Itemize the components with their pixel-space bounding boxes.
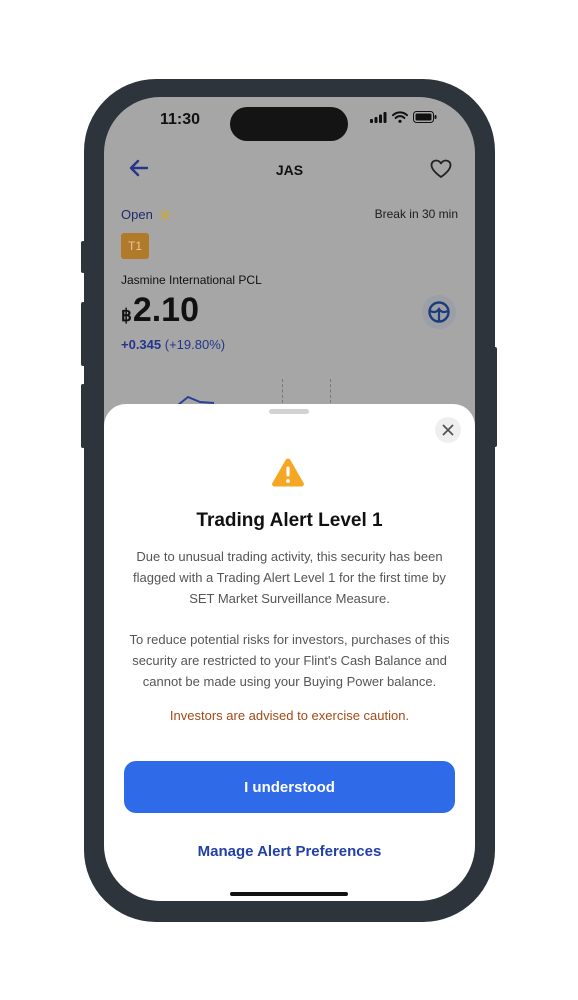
battery-icon (413, 111, 437, 123)
price-change: +0.345 (+19.80%) (121, 337, 225, 352)
chart-gridline (330, 379, 331, 403)
warning-icon (272, 458, 304, 487)
dynamic-island (230, 107, 348, 141)
price-change-abs: +0.345 (121, 337, 162, 352)
understood-button[interactable]: I understood (124, 761, 455, 813)
price-change-pct: (+19.80%) (164, 337, 226, 352)
manage-alert-preferences-link[interactable]: Manage Alert Preferences (104, 843, 475, 860)
status-time: 11:30 (160, 111, 201, 128)
company-name: Jasmine International PCL (121, 273, 262, 287)
caution-text: Investors are advised to exercise cautio… (169, 708, 410, 723)
sun-icon (158, 207, 172, 222)
break-info: Break in 30 min (374, 207, 458, 221)
home-indicator (230, 892, 348, 896)
page-title: JAS (275, 162, 304, 178)
trading-tag-badge: T1 (121, 233, 149, 259)
price-value: 2.10 (132, 291, 200, 329)
price-display: ฿ 2.10 (121, 291, 199, 330)
market-status: Open (121, 207, 172, 222)
alert-title: Trading Alert Level 1 (196, 510, 383, 531)
close-icon (442, 424, 454, 436)
heart-icon (430, 159, 452, 178)
market-status-label: Open (121, 207, 153, 222)
phone-screen: 11:30 JAS Open Break in 30 min T1 Jasmin… (104, 97, 475, 901)
alert-description: Due to unusual trading activity, this se… (133, 549, 446, 606)
alert-restriction-text: To reduce potential risks for investors,… (129, 632, 450, 689)
close-button[interactable] (435, 417, 461, 443)
favorite-button[interactable] (430, 159, 452, 184)
signal-icon (370, 111, 387, 123)
brand-logo-icon (428, 301, 450, 323)
status-icons (370, 111, 437, 123)
currency-symbol: ฿ (121, 306, 132, 325)
brand-logo-button[interactable] (422, 295, 456, 329)
alert-bottom-sheet: Trading Alert Level 1 Due to unusual tra… (104, 404, 475, 901)
wifi-icon (392, 111, 408, 123)
chart-gridline (282, 379, 283, 403)
sheet-grabber[interactable] (269, 409, 309, 414)
